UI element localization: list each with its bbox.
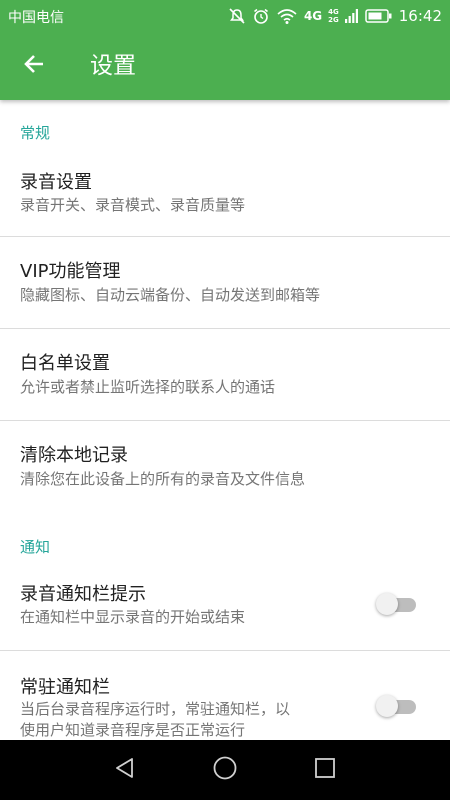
toggle-thumb — [376, 695, 398, 717]
wifi-icon — [276, 7, 298, 25]
item-subtitle: 隐藏图标、自动云端备份、自动发送到邮箱等 — [20, 286, 321, 304]
network-small-top: 4G — [328, 8, 339, 16]
section-header-notification: 通知 — [20, 538, 51, 556]
item-title: VIP功能管理 — [20, 261, 121, 282]
page-title: 设置 — [90, 53, 136, 79]
item-title: 录音设置 — [20, 172, 92, 193]
home-circle-icon — [212, 755, 238, 785]
item-title: 常驻通知栏 — [20, 677, 110, 698]
network-small-bottom: 2G — [328, 16, 339, 24]
battery-icon — [365, 8, 393, 24]
settings-item-notification-prompt[interactable]: 录音通知栏提示 在通知栏中显示录音的开始或结束 — [0, 566, 450, 650]
network-type-label: 4G — [303, 9, 323, 23]
item-subtitle: 清除您在此设备上的所有的录音及文件信息 — [20, 470, 306, 488]
carrier-name: 中国电信 — [8, 10, 64, 26]
recents-square-icon — [314, 757, 336, 783]
settings-item-clear-local[interactable]: 清除本地记录 清除您在此设备上的所有的录音及文件信息 — [0, 421, 450, 515]
nav-recents-button[interactable] — [309, 754, 341, 786]
persistent-notification-toggle[interactable] — [376, 695, 416, 717]
system-navigation-bar — [0, 740, 450, 800]
notification-prompt-toggle[interactable] — [376, 593, 416, 615]
item-subtitle-line2: 使用户知道录音程序是否正常运行 — [20, 721, 246, 739]
settings-item-vip[interactable]: VIP功能管理 隐藏图标、自动云端备份、自动发送到邮箱等 — [0, 237, 450, 328]
mute-icon — [228, 7, 246, 25]
nav-home-button[interactable] — [209, 754, 241, 786]
nav-back-button[interactable] — [109, 754, 141, 786]
back-triangle-icon — [113, 756, 137, 784]
clock: 16:42 — [398, 7, 442, 25]
toggle-thumb — [376, 593, 398, 615]
app-bar: 设置 — [0, 32, 450, 100]
item-title: 白名单设置 — [20, 353, 110, 374]
settings-item-recording[interactable]: 录音设置 录音开关、录音模式、录音质量等 — [0, 152, 450, 236]
signal-icon — [344, 8, 359, 24]
item-subtitle: 允许或者禁止监听选择的联系人的通话 — [20, 378, 276, 396]
item-title: 清除本地记录 — [20, 445, 128, 466]
item-subtitle: 录音开关、录音模式、录音质量等 — [20, 196, 246, 214]
settings-screen: 中国电信 4G 4G 2G 16:42 设置 常规 录音设置 录音开关、录音模式… — [0, 0, 450, 800]
status-icons: 4G 4G 2G 16:42 — [228, 5, 442, 27]
item-title: 录音通知栏提示 — [20, 584, 146, 605]
alarm-icon — [252, 7, 270, 25]
back-button[interactable] — [14, 46, 54, 86]
network-dual-label: 4G 2G — [328, 8, 339, 24]
section-header-general: 常规 — [20, 124, 51, 142]
settings-item-persistent-notification[interactable]: 常驻通知栏 当后台录音程序运行时，常驻通知栏，以 使用户知道录音程序是否正常运行 — [0, 651, 450, 740]
top-bar: 中国电信 4G 4G 2G 16:42 设置 — [0, 0, 450, 100]
settings-list: 常规 录音设置 录音开关、录音模式、录音质量等 VIP功能管理 隐藏图标、自动云… — [0, 100, 450, 740]
settings-item-whitelist[interactable]: 白名单设置 允许或者禁止监听选择的联系人的通话 — [0, 329, 450, 420]
status-bar: 中国电信 4G 4G 2G 16:42 — [0, 0, 450, 32]
item-subtitle: 在通知栏中显示录音的开始或结束 — [20, 608, 246, 626]
item-subtitle-line1: 当后台录音程序运行时，常驻通知栏，以 — [20, 700, 291, 718]
back-arrow-icon — [23, 53, 45, 79]
